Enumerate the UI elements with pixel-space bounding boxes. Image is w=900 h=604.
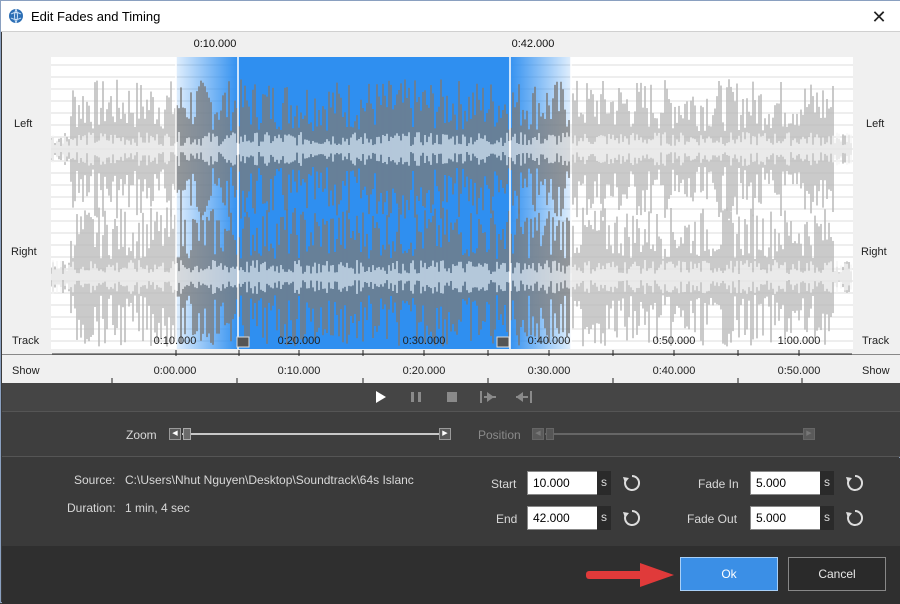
left-channel-label-right: Left (866, 118, 885, 130)
goto-end-icon (516, 391, 532, 403)
pause-icon (411, 392, 421, 402)
track-tick: 0:20.000 (277, 335, 321, 347)
cancel-button[interactable]: Cancel (788, 557, 886, 591)
zoom-label: Zoom (126, 428, 157, 442)
goto-start-icon (480, 391, 496, 403)
show-tick: 0:00.000 (153, 365, 197, 377)
show-tick: 0:30.000 (527, 365, 571, 377)
goto-start-button[interactable] (478, 388, 496, 406)
source-value: C:\Users\Nhut Nguyen\Desktop\Soundtrack\… (125, 473, 414, 487)
play-button[interactable] (371, 388, 389, 406)
start-field[interactable]: 10.000 (527, 471, 599, 495)
fade-in-unit: s (820, 471, 834, 495)
position-slider-track[interactable] (545, 433, 803, 435)
start-reset-icon[interactable] (622, 473, 642, 493)
track-tick: 0:40.000 (527, 335, 571, 347)
duration-label: Duration: (67, 501, 116, 515)
red-arrow-icon (586, 563, 674, 587)
right-channel-label: Right (11, 246, 37, 258)
edit-fades-dialog: Edit Fades and Timing ✕ 0:10.000 0:42.00… (0, 0, 900, 604)
track-tick: 0:10.000 (153, 335, 197, 347)
ruler-ticks (52, 350, 852, 388)
fade-out-unit: s (820, 506, 834, 530)
zoom-slider-thumb[interactable] (183, 428, 191, 440)
show-tick: 0:20.000 (402, 365, 446, 377)
track-tick: 0:30.000 (402, 335, 446, 347)
show-ruler-label: Show (12, 365, 40, 377)
zoom-left-button[interactable]: ◀ (169, 428, 181, 440)
play-icon (376, 391, 386, 403)
ok-button[interactable]: Ok (680, 557, 778, 591)
fade-in-handle (236, 336, 250, 348)
fade-out-handle (496, 336, 510, 348)
title-bar: Edit Fades and Timing ✕ (1, 1, 900, 32)
fade-in-reset-icon[interactable] (845, 473, 865, 493)
position-left-button[interactable]: ◀ (532, 428, 544, 440)
waveform-editor[interactable]: 0:10.000 0:42.000 Left Right Left Right … (2, 32, 900, 388)
stop-button[interactable] (443, 388, 461, 406)
fade-in-field[interactable]: 5.000 (750, 471, 822, 495)
track-ruler-label-right: Track (862, 335, 890, 347)
show-ruler-label-right: Show (862, 365, 890, 377)
window-title: Edit Fades and Timing (31, 9, 161, 24)
fade-out-reset-icon[interactable] (845, 508, 865, 528)
zoom-right-button[interactable]: ▶ (439, 428, 451, 440)
show-tick: 0:40.000 (652, 365, 696, 377)
dialog-footer: Ok Cancel (2, 546, 900, 604)
start-label: Start (491, 477, 517, 491)
fade-out-field[interactable]: 5.000 (750, 506, 822, 530)
track-tick: 1:00.000 (777, 335, 821, 347)
transport-bar (2, 383, 900, 411)
waveform-graphic (51, 57, 853, 349)
details-panel: Source: C:\Users\Nhut Nguyen\Desktop\Sou… (2, 458, 900, 546)
waveform-area[interactable] (51, 57, 853, 349)
close-button[interactable]: ✕ (863, 5, 895, 29)
stop-icon (447, 392, 457, 402)
app-globe-icon (9, 8, 23, 24)
source-label: Source: (74, 473, 116, 487)
zoom-slider-track[interactable] (182, 433, 439, 435)
end-reset-icon[interactable] (622, 508, 642, 528)
goto-end-button[interactable] (512, 388, 532, 406)
fade-out-label: Fade Out (687, 512, 738, 526)
end-label: End (496, 512, 518, 526)
pause-button[interactable] (407, 388, 425, 406)
fade-in-label: Fade In (698, 477, 739, 491)
start-unit: s (597, 471, 611, 495)
close-icon: ✕ (871, 7, 887, 27)
position-slider-thumb[interactable] (546, 428, 554, 440)
end-field[interactable]: 42.000 (527, 506, 599, 530)
end-unit: s (597, 506, 611, 530)
start-marker-label: 0:10.000 (193, 38, 237, 50)
position-right-button[interactable]: ▶ (803, 428, 815, 440)
position-label: Position (478, 428, 521, 442)
track-tick: 0:50.000 (652, 335, 696, 347)
right-channel-label-right: Right (861, 246, 887, 258)
show-tick: 0:10.000 (277, 365, 321, 377)
end-marker-label: 0:42.000 (511, 38, 555, 50)
track-ruler-label: Track (12, 335, 40, 347)
zoom-position-bar: Zoom ◀ ▶ Position ◀ ▶ (2, 411, 900, 457)
left-channel-label: Left (14, 118, 33, 130)
duration-value: 1 min, 4 sec (125, 501, 190, 515)
show-tick: 0:50.000 (777, 365, 821, 377)
